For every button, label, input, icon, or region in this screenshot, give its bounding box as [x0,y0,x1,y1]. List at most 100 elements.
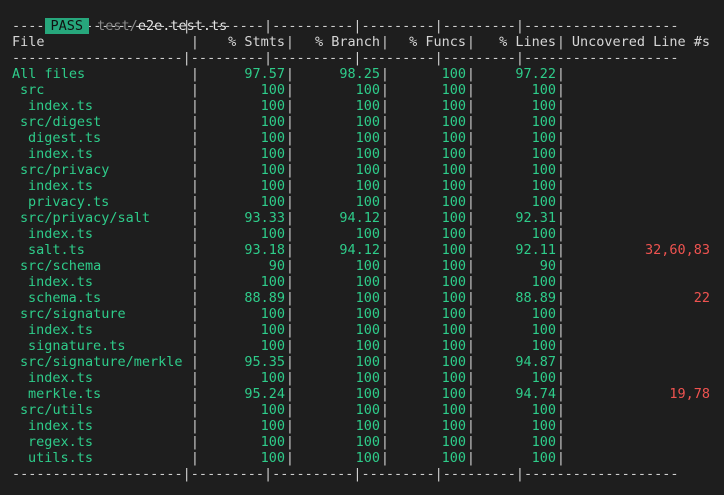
row-uncovered-lines [566,66,710,82]
row-file-name: index.ts [28,322,94,338]
row-stmts: 100 [260,226,285,242]
column-divider: | [285,418,295,434]
row-file-name: index.ts [28,178,94,194]
column-divider: | [190,258,200,274]
row-funcs: 100 [441,322,466,338]
column-divider: | [190,66,200,82]
column-divider: | [466,450,476,466]
column-divider: | [466,402,476,418]
row-funcs: 100 [441,66,466,82]
row-lines: 100 [531,226,556,242]
table-row: src | 100 | 100 | 100 | 100 | [12,82,720,98]
pass-status-badge: PASS [44,18,90,34]
column-divider: | [190,306,200,322]
row-funcs: 100 [441,178,466,194]
row-uncovered-lines: 22 [693,290,710,306]
column-divider: | [466,82,476,98]
table-row: digest.ts | 100 | 100 | 100 | 100 | [12,130,720,146]
row-branch: 100 [355,194,380,210]
row-lines: 92.11 [515,242,556,258]
row-stmts: 100 [260,178,285,194]
row-funcs: 100 [441,418,466,434]
column-divider: | [190,210,200,226]
row-lines: 100 [531,402,556,418]
row-uncovered-lines [566,258,710,274]
row-funcs: 100 [441,258,466,274]
column-divider: | [190,82,200,98]
row-lines: 92.31 [515,210,556,226]
row-funcs: 100 [441,210,466,226]
column-divider: | [285,306,295,322]
row-lines: 100 [531,434,556,450]
column-divider: | [466,210,476,226]
column-divider: | [190,338,200,354]
column-divider: | [285,242,295,258]
column-divider: | [556,258,566,274]
table-row: index.ts | 100 | 100 | 100 | 100 | [12,274,720,290]
row-lines: 94.74 [515,386,556,402]
row-branch: 100 [355,402,380,418]
column-divider: | [380,306,390,322]
column-divider: | [285,386,295,402]
row-uncovered-lines [566,338,710,354]
column-divider: | [285,210,295,226]
column-divider: | [380,258,390,274]
row-file-name: index.ts [28,418,94,434]
row-file-name: src/privacy [20,162,110,178]
row-file-name: digest.ts [28,130,102,146]
row-funcs: 100 [441,130,466,146]
row-file-name: regex.ts [28,434,94,450]
column-divider: | [380,418,390,434]
table-row: index.ts | 100 | 100 | 100 | 100 | [12,418,720,434]
column-divider: | [190,194,200,210]
column-divider: | [285,98,295,114]
row-file-name: src/schema [20,258,102,274]
test-file-name: e2e.test.ts [137,18,228,34]
row-branch: 100 [355,274,380,290]
row-branch: 100 [355,226,380,242]
column-divider: | [556,210,566,226]
column-divider: | [556,402,566,418]
column-divider: | [190,402,200,418]
column-divider: | [285,130,295,146]
row-lines: 94.87 [515,354,556,370]
row-uncovered-lines [566,130,710,146]
row-lines: 100 [531,162,556,178]
column-divider: | [380,146,390,162]
row-branch: 100 [355,178,380,194]
row-file-name: src/digest [20,114,102,130]
row-lines: 100 [531,450,556,466]
row-stmts: 100 [260,146,285,162]
table-row: src/privacy/salt | 93.33 | 94.12 | 100 | 92.31 | [12,210,720,226]
row-lines: 100 [531,130,556,146]
col-header-file: File [12,34,45,50]
test-path-dir: test/ [97,18,138,34]
row-uncovered-lines [566,354,710,370]
column-divider: | [285,402,295,418]
column-divider: | [466,322,476,338]
row-file-name: privacy.ts [28,194,110,210]
row-funcs: 100 [441,450,466,466]
column-divider: | [466,98,476,114]
column-divider: | [556,242,566,258]
column-divider: | [466,338,476,354]
row-lines: 88.89 [515,290,556,306]
column-divider: | [556,130,566,146]
column-divider: | [190,386,200,402]
row-funcs: 100 [441,274,466,290]
table-row: merkle.ts | 95.24 | 100 | 100 | 94.74 | 19,78 [12,386,720,402]
column-divider: | [285,274,295,290]
row-stmts: 100 [260,114,285,130]
row-branch: 100 [355,322,380,338]
row-uncovered-lines [566,434,710,450]
table-separator-header: ---------------------|---------|--------… [12,50,679,66]
column-divider: | [556,290,566,306]
column-divider: | [466,434,476,450]
column-divider: | [556,178,566,194]
coverage-rows: All files | 97.57 | 98.25 | 100 | 97.22 | src | 100 |… [12,66,720,466]
column-divider: | [556,162,566,178]
column-divider: | [190,450,200,466]
column-divider: | [190,178,200,194]
row-lines: 100 [531,418,556,434]
row-branch: 100 [355,82,380,98]
